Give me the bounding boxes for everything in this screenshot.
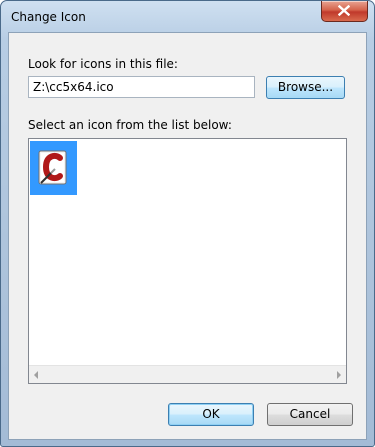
icon-list[interactable] — [28, 138, 347, 384]
cancel-button[interactable]: Cancel — [267, 403, 353, 426]
close-button[interactable] — [321, 1, 368, 22]
change-icon-dialog: Change Icon Look for icons in this file:… — [0, 0, 375, 447]
scroll-left-icon[interactable] — [34, 371, 38, 379]
scroll-right-icon[interactable] — [337, 371, 341, 379]
horizontal-scrollbar[interactable] — [29, 365, 346, 383]
file-path-input[interactable] — [28, 76, 255, 98]
browse-button[interactable]: Browse... — [266, 76, 345, 99]
dialog-title: Change Icon — [11, 10, 86, 24]
ok-button[interactable]: OK — [168, 403, 254, 426]
select-icon-label: Select an icon from the list below: — [28, 118, 232, 132]
dialog-body: Look for icons in this file: Browse... S… — [8, 32, 367, 440]
look-for-label: Look for icons in this file: — [28, 57, 178, 71]
icon-item-selected[interactable] — [30, 141, 77, 195]
title-bar[interactable]: Change Icon — [1, 1, 374, 33]
close-icon — [338, 5, 350, 16]
cc5x64-icon — [38, 150, 67, 185]
